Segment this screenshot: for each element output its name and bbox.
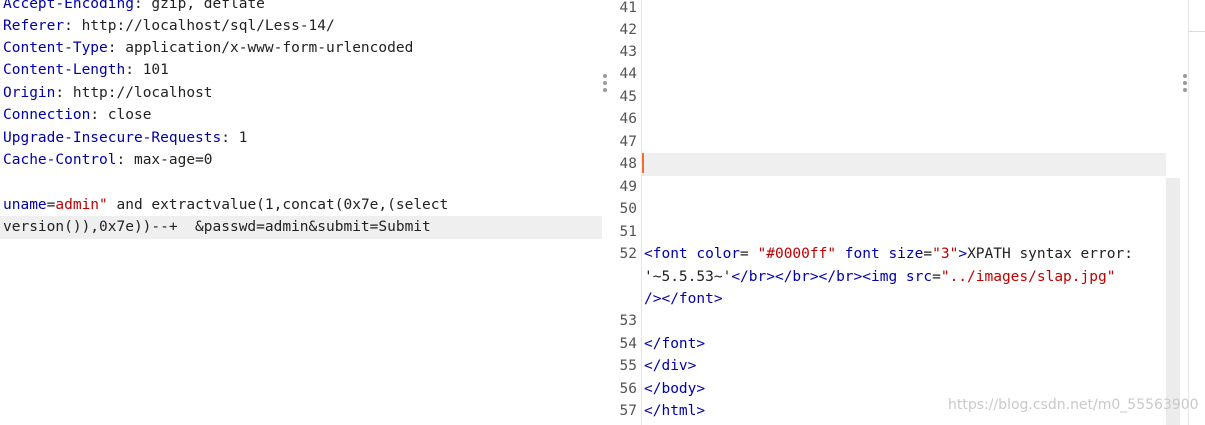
code-line-55: </div> <box>644 358 697 374</box>
header-line: Content-Length: 101 <box>3 62 169 78</box>
line-number: 57 <box>619 403 637 419</box>
code-line-52: <font color= "#0000ff" font size="3">XPA… <box>644 246 1133 262</box>
line-number: 45 <box>619 89 637 105</box>
header-line: Connection: close <box>3 107 152 123</box>
line-number: 55 <box>619 358 637 374</box>
pane-splitter-handle[interactable] <box>603 74 607 92</box>
right-splitter-handle[interactable] <box>1183 74 1187 92</box>
line-number: 53 <box>619 313 637 329</box>
pane-border-tick <box>1188 31 1205 32</box>
line-number: 54 <box>619 336 637 352</box>
header-line: Cache-Control: max-age=0 <box>3 152 213 168</box>
line-number: 46 <box>619 111 637 127</box>
request-editor[interactable]: Accept-Encoding: gzip, deflate Referer: … <box>0 0 602 425</box>
header-line: Referer: http://localhost/sql/Less-14/ <box>3 18 335 34</box>
line-number: 49 <box>619 179 637 195</box>
vertical-scrollbar[interactable] <box>1166 178 1180 425</box>
header-line: Content-Type: application/x-www-form-url… <box>3 40 414 56</box>
gutter-divider <box>641 0 642 425</box>
line-number: 56 <box>619 381 637 397</box>
header-line: Upgrade-Insecure-Requests: 1 <box>3 130 248 146</box>
code-line-52-wrap2: /></font> <box>644 291 723 307</box>
line-number: 52 <box>619 246 637 262</box>
code-line-52-wrap: '~5.5.53~'</br></br></br><img src="../im… <box>644 269 1116 285</box>
line-number: 41 <box>619 0 637 16</box>
line-number: 43 <box>619 44 637 60</box>
response-viewer[interactable]: 41 42 43 44 45 46 47 48 49 50 51 52 53 5… <box>611 0 1205 425</box>
header-line: Accept-Encoding: gzip, deflate <box>3 0 265 12</box>
header-line: Origin: http://localhost <box>3 85 213 101</box>
line-number: 51 <box>619 224 637 240</box>
body-line: uname=admin" and extractvalue(1,concat(0… <box>3 197 449 213</box>
current-line-highlight <box>641 153 1166 176</box>
code-line-57: </html> <box>644 403 706 419</box>
body-line-current: version()),0x7e))--+ &passwd=admin&submi… <box>0 216 602 239</box>
code-line-54: </font> <box>644 336 706 352</box>
line-number: 42 <box>619 22 637 38</box>
line-number: 47 <box>619 134 637 150</box>
watermark: https://blog.csdn.net/m0_55563900 <box>948 397 1199 413</box>
line-number: 48 <box>619 156 637 172</box>
text-caret <box>642 153 644 173</box>
line-number: 50 <box>619 201 637 217</box>
code-line-56: </body> <box>644 381 706 397</box>
pane-border <box>1188 0 1189 425</box>
line-number: 44 <box>619 66 637 82</box>
